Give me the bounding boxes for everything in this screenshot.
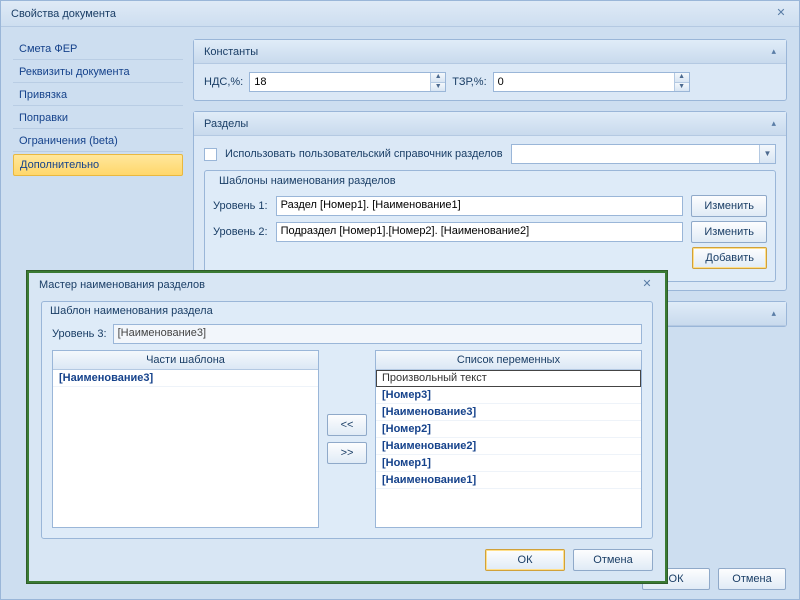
nds-input[interactable] [250,73,430,91]
list-item[interactable]: [Наименование1] [376,472,641,489]
custom-directory-combo[interactable]: ▼ [511,144,776,164]
list-item[interactable]: [Наименование2] [376,438,641,455]
window-title: Свойства документа [11,8,116,20]
sidebar-item-smeta-fer[interactable]: Смета ФЕР [13,39,183,60]
use-custom-label: Использовать пользовательский справочник… [225,148,503,160]
tzr-spinner[interactable]: ▲▼ [493,72,690,92]
custom-directory-input[interactable] [512,145,759,163]
tzr-up-icon[interactable]: ▲ [675,73,689,83]
level1-edit-button[interactable]: Изменить [691,195,767,217]
chevron-up-icon: ▴ [771,308,776,319]
section-naming-wizard: Мастер наименования разделов ✕ Шаблон на… [27,271,667,583]
wizard-cancel-button[interactable]: Отмена [573,549,653,571]
cancel-button[interactable]: Отмена [718,568,786,590]
tzr-label: ТЗР,%: [452,76,486,88]
sections-body: Использовать пользовательский справочник… [194,136,786,290]
nds-spinner[interactable]: ▲▼ [249,72,446,92]
nds-label: НДС,%: [204,76,243,88]
wizard-body: Шаблон наименования раздела Уровень 3: [… [29,297,665,545]
lists-row: Части шаблона [Наименование3] << >> Спис… [52,350,642,528]
move-buttons: << >> [325,350,369,528]
titlebar: Свойства документа ✕ [1,1,799,27]
level2-edit-button[interactable]: Изменить [691,221,767,243]
nds-down-icon[interactable]: ▼ [431,83,445,92]
close-icon[interactable]: ✕ [639,277,655,293]
wizard-title: Мастер наименования разделов [39,279,205,291]
list-item[interactable]: [Номер3] [376,387,641,404]
move-left-button[interactable]: << [327,414,367,436]
tzr-down-icon[interactable]: ▼ [675,83,689,92]
template-group: Шаблон наименования раздела Уровень 3: [… [41,301,653,539]
chevron-up-icon: ▴ [771,46,776,57]
templates-title: Шаблоны наименования разделов [215,175,400,187]
constants-title: Константы [204,46,258,58]
add-level-button[interactable]: Добавить [692,247,767,269]
use-custom-checkbox[interactable] [204,148,217,161]
wizard-level-label: Уровень 3: [52,328,107,340]
parts-header: Части шаблона [53,351,318,370]
parts-listbox[interactable]: Части шаблона [Наименование3] [52,350,319,528]
wizard-footer: ОК Отмена [29,545,665,581]
wizard-ok-button[interactable]: ОК [485,549,565,571]
vars-listbox[interactable]: Список переменных Произвольный текст [Но… [375,350,642,528]
nds-up-icon[interactable]: ▲ [431,73,445,83]
wizard-level-value: [Наименование3] [113,324,642,344]
sidebar-item-additional[interactable]: Дополнительно [13,154,183,176]
sidebar-item-requisites[interactable]: Реквизиты документа [13,62,183,83]
list-item[interactable]: [Наименование3] [376,404,641,421]
sidebar-item-restrictions[interactable]: Ограничения (beta) [13,131,183,152]
constants-body: НДС,%: ▲▼ ТЗР,%: ▲▼ [194,64,786,100]
sections-title: Разделы [204,118,248,130]
vars-header: Список переменных [376,351,641,370]
chevron-down-icon[interactable]: ▼ [759,145,775,163]
list-item[interactable]: [Номер1] [376,455,641,472]
close-icon[interactable]: ✕ [773,6,789,22]
sidebar-item-binding[interactable]: Привязка [13,85,183,106]
list-item[interactable]: Произвольный текст [376,370,641,387]
sidebar-item-corrections[interactable]: Поправки [13,108,183,129]
sections-panel: Разделы ▴ Использовать пользовательский … [193,111,787,291]
move-right-button[interactable]: >> [327,442,367,464]
list-item[interactable]: [Наименование3] [53,370,318,387]
sections-header[interactable]: Разделы ▴ [194,112,786,136]
template-group-title: Шаблон наименования раздела [50,305,213,317]
list-item[interactable]: [Номер2] [376,421,641,438]
level2-label: Уровень 2: [213,226,268,238]
constants-panel: Константы ▴ НДС,%: ▲▼ ТЗР,%: ▲▼ [193,39,787,101]
level1-label: Уровень 1: [213,200,268,212]
level2-value: Подраздел [Номер1].[Номер2]. [Наименован… [276,222,684,242]
chevron-up-icon: ▴ [771,118,776,129]
level1-value: Раздел [Номер1]. [Наименование1] [276,196,684,216]
wizard-titlebar: Мастер наименования разделов ✕ [29,273,665,297]
tzr-input[interactable] [494,73,674,91]
templates-group: Шаблоны наименования разделов Уровень 1:… [204,170,776,282]
constants-header[interactable]: Константы ▴ [194,40,786,64]
